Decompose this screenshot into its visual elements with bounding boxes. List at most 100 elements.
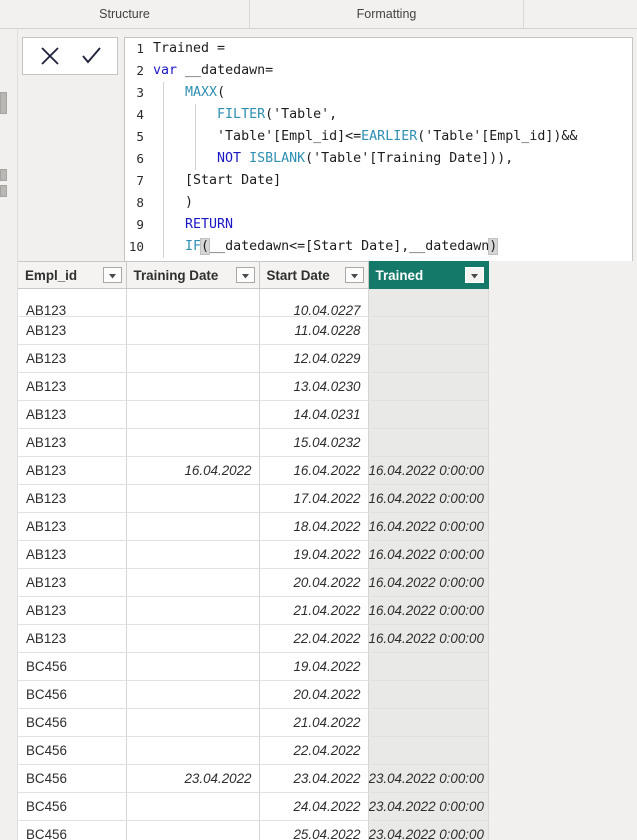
cell-start-date[interactable]: 11.04.0228 [259,316,369,345]
cell-start-date[interactable]: 22.04.2022 [259,624,369,653]
cell-empl-id[interactable]: AB123 [18,568,127,597]
cell-training-date[interactable] [126,736,260,765]
filter-dropdown-empl-id[interactable] [102,267,122,283]
cell-training-date[interactable] [126,624,260,653]
cell-trained[interactable]: 23.04.2022 0:00:00 [368,820,489,840]
table-row[interactable]: AB123 17.04.2022 16.04.2022 0:00:00 [18,484,489,513]
ribbon-group-formatting[interactable]: Formatting [250,0,524,28]
cell-trained[interactable] [368,316,489,345]
cell-trained[interactable]: 16.04.2022 0:00:00 [368,512,489,541]
cell-start-date[interactable]: 24.04.2022 [259,792,369,821]
cell-training-date[interactable] [126,540,260,569]
table-row[interactable]: BC456 23.04.2022 23.04.2022 23.04.2022 0:00… [18,764,489,793]
cell-empl-id[interactable]: AB123 [18,596,127,625]
cell-empl-id[interactable]: BC456 [18,680,127,709]
column-header-training-date[interactable]: Training Date [126,261,260,289]
cell-empl-id[interactable]: AB123 [18,344,127,373]
filter-dropdown-start-date[interactable] [344,267,364,283]
cell-trained[interactable]: 23.04.2022 0:00:00 [368,764,489,793]
cell-training-date[interactable] [126,288,260,317]
filter-dropdown-trained[interactable] [464,267,484,283]
cell-training-date[interactable] [126,792,260,821]
cell-training-date[interactable] [126,820,260,840]
cell-start-date[interactable]: 14.04.0231 [259,400,369,429]
data-preview-grid[interactable]: Empl_id Training Date Start Date Trained… [18,261,637,840]
table-row[interactable]: BC456 25.04.2022 23.04.2022 0:00:00 [18,820,489,840]
cell-empl-id[interactable]: AB123 [18,512,127,541]
filter-dropdown-training-date[interactable] [235,267,255,283]
cell-training-date[interactable] [126,372,260,401]
cell-start-date[interactable]: 12.04.0229 [259,344,369,373]
cell-empl-id[interactable]: BC456 [18,652,127,681]
cell-training-date[interactable] [126,596,260,625]
cell-trained[interactable] [368,428,489,457]
table-row[interactable]: AB123 19.04.2022 16.04.2022 0:00:00 [18,540,489,569]
cell-empl-id[interactable]: AB123 [18,484,127,513]
cell-start-date[interactable]: 18.04.2022 [259,512,369,541]
cell-trained[interactable]: 16.04.2022 0:00:00 [368,624,489,653]
cell-training-date[interactable] [126,568,260,597]
pane-handle-bottom[interactable] [0,185,7,197]
cell-trained[interactable] [368,736,489,765]
cell-training-date[interactable]: 16.04.2022 [126,456,260,485]
cell-empl-id[interactable]: AB123 [18,316,127,345]
cell-empl-id[interactable]: AB123 [18,624,127,653]
cell-trained[interactable] [368,680,489,709]
cell-trained[interactable] [368,344,489,373]
table-row[interactable]: BC456 19.04.2022 [18,652,489,681]
column-header-trained[interactable]: Trained [368,261,489,289]
cell-start-date[interactable]: 16.04.2022 [259,456,369,485]
cell-start-date[interactable]: 21.04.2022 [259,596,369,625]
cell-training-date[interactable] [126,428,260,457]
cell-empl-id[interactable]: AB123 [18,456,127,485]
table-row[interactable]: AB123 13.04.0230 [18,372,489,401]
cell-start-date[interactable]: 15.04.0232 [259,428,369,457]
table-row[interactable]: BC456 24.04.2022 23.04.2022 0:00:00 [18,792,489,821]
table-row[interactable]: AB123 11.04.0228 [18,316,489,345]
table-row[interactable]: AB123 18.04.2022 16.04.2022 0:00:00 [18,512,489,541]
pane-handle-mid[interactable] [0,169,7,181]
table-row[interactable]: AB123 22.04.2022 16.04.2022 0:00:00 [18,624,489,653]
table-row[interactable]: AB123 20.04.2022 16.04.2022 0:00:00 [18,568,489,597]
commit-edit-button[interactable] [72,40,110,72]
dax-formula-editor[interactable]: 1 Trained = 2 var __datedawn= 3 MAXX( 4 FI… [124,37,633,261]
pane-handle-top[interactable] [0,92,7,114]
cell-start-date[interactable]: 17.04.2022 [259,484,369,513]
cell-trained[interactable] [368,372,489,401]
cell-empl-id[interactable]: BC456 [18,792,127,821]
cell-trained[interactable] [368,652,489,681]
cell-empl-id[interactable]: BC456 [18,708,127,737]
cell-trained[interactable] [368,708,489,737]
cell-start-date[interactable]: 20.04.2022 [259,680,369,709]
cell-start-date[interactable]: 22.04.2022 [259,736,369,765]
cell-empl-id[interactable]: BC456 [18,764,127,793]
cell-trained[interactable]: 16.04.2022 0:00:00 [368,568,489,597]
table-row[interactable]: AB123 21.04.2022 16.04.2022 0:00:00 [18,596,489,625]
cell-start-date[interactable]: 13.04.0230 [259,372,369,401]
table-row[interactable]: AB123 15.04.0232 [18,428,489,457]
cell-training-date[interactable] [126,400,260,429]
column-header-empl-id[interactable]: Empl_id [18,261,127,289]
cell-start-date[interactable]: 25.04.2022 [259,820,369,840]
cell-trained[interactable]: 16.04.2022 0:00:00 [368,484,489,513]
cell-empl-id[interactable]: AB123 [18,428,127,457]
cell-empl-id[interactable]: AB123 [18,400,127,429]
cancel-edit-button[interactable] [31,40,69,72]
cell-training-date[interactable] [126,652,260,681]
cell-empl-id[interactable]: AB123 [18,540,127,569]
table-row[interactable]: BC456 22.04.2022 [18,736,489,765]
cell-trained[interactable]: 23.04.2022 0:00:00 [368,792,489,821]
cell-start-date[interactable]: 20.04.2022 [259,568,369,597]
ribbon-group-structure[interactable]: Structure [0,0,250,28]
cell-trained[interactable]: 16.04.2022 0:00:00 [368,540,489,569]
cell-start-date[interactable]: 19.04.2022 [259,540,369,569]
cell-training-date[interactable] [126,484,260,513]
table-row[interactable]: BC456 20.04.2022 [18,680,489,709]
cell-empl-id[interactable]: BC456 [18,820,127,840]
cell-training-date[interactable] [126,512,260,541]
cell-start-date[interactable]: 10.04.0227 [259,288,369,317]
table-row[interactable]: AB123 16.04.2022 16.04.2022 16.04.2022 0:00… [18,456,489,485]
table-row[interactable]: BC456 21.04.2022 [18,708,489,737]
cell-empl-id[interactable]: AB123 [18,288,127,317]
cell-trained[interactable]: 16.04.2022 0:00:00 [368,596,489,625]
